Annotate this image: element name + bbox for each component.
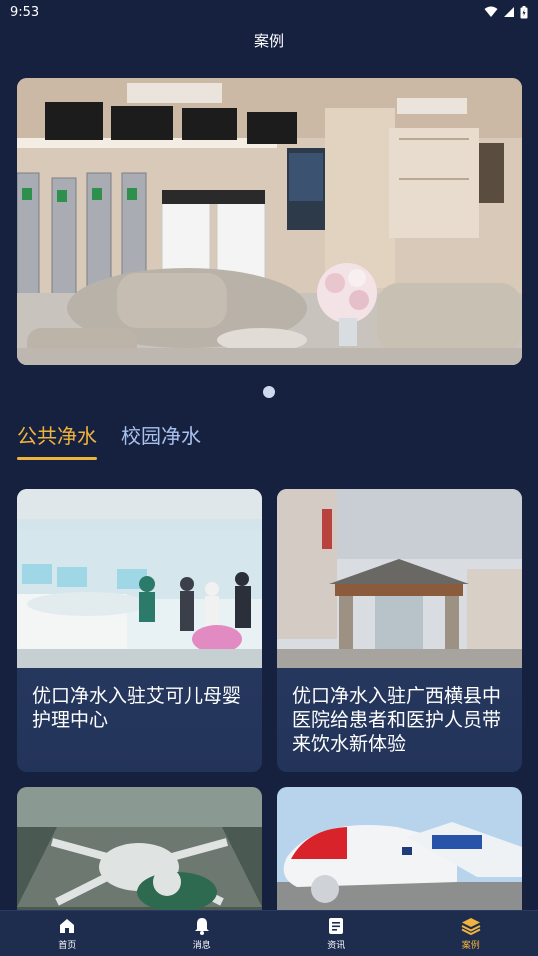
nav-cases[interactable]: 案例 <box>431 916 511 951</box>
status-icons <box>484 5 528 19</box>
case-card-title: 优口净水入驻艾可儿母婴护理中心 <box>32 685 242 731</box>
case-card-image <box>277 489 522 668</box>
case-card[interactable]: 优口净水入驻艾可儿母婴护理中心 <box>17 489 262 772</box>
nav-cases-label: 案例 <box>461 941 480 951</box>
status-bar: 9:53 <box>0 0 538 24</box>
carousel-dot[interactable] <box>263 386 275 398</box>
nav-messages-label: 消息 <box>192 941 211 951</box>
nav-messages[interactable]: 消息 <box>162 916 242 951</box>
nav-news[interactable]: 资讯 <box>296 916 376 951</box>
page-title: 案例 <box>253 32 284 50</box>
wifi-icon <box>484 6 498 17</box>
home-icon <box>60 919 75 933</box>
case-card-title: 优口净水入驻广西横县中医院给患者和医护人员带来饮水新体验 <box>292 685 502 755</box>
nav-home[interactable]: 首页 <box>27 916 107 951</box>
nav-news-label: 资讯 <box>327 941 346 951</box>
battery-icon <box>520 5 528 18</box>
status-time: 9:53 <box>10 4 40 20</box>
carousel-indicator <box>0 386 538 398</box>
nav-home-label: 首页 <box>58 941 77 951</box>
case-card[interactable]: 优口净水入驻广西横县中医院给患者和医护人员带来饮水新体验 <box>277 489 522 772</box>
case-card-image <box>17 489 262 668</box>
signal-icon <box>504 7 514 17</box>
news-icon <box>329 918 344 934</box>
banner-image <box>17 78 522 365</box>
banner-carousel[interactable] <box>17 78 522 365</box>
tab-campus-water[interactable]: 校园净水 <box>121 420 201 457</box>
bottom-nav: 首页 消息 资讯 案例 <box>0 910 538 956</box>
layers-icon <box>461 918 481 936</box>
bell-icon <box>194 918 209 935</box>
category-tabs: 公共净水 校园净水 <box>17 420 201 460</box>
tab-public-water[interactable]: 公共净水 <box>17 420 97 460</box>
